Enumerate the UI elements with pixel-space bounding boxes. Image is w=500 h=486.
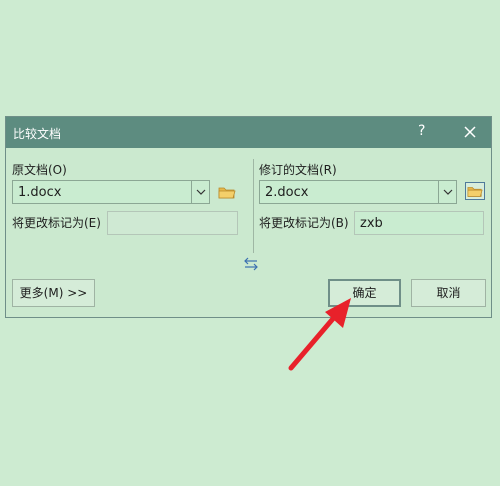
revised-mark-value: zxb — [360, 216, 383, 231]
original-dropdown-button[interactable] — [191, 181, 209, 203]
cancel-button[interactable]: 取消 — [411, 279, 486, 307]
revised-browse-button[interactable] — [465, 182, 485, 200]
original-browse-button[interactable] — [217, 183, 237, 201]
original-document-label: 原文档(O) — [12, 163, 67, 177]
red-arrow-annotation — [288, 298, 351, 371]
folder-icon — [467, 187, 483, 197]
dialog-title: 比较文档 — [13, 127, 62, 141]
panel-divider — [253, 159, 254, 253]
close-icon[interactable] — [458, 121, 482, 143]
revised-dropdown-button[interactable] — [438, 181, 456, 203]
swap-icon — [244, 257, 258, 271]
more-button[interactable]: 更多(M) >> — [12, 279, 95, 307]
revised-mark-label: 将更改标记为(B) — [259, 216, 349, 230]
chevron-down-icon — [443, 189, 453, 195]
swap-documents-button[interactable] — [242, 257, 260, 271]
chevron-down-icon — [196, 189, 206, 195]
revised-document-value: 2.docx — [265, 185, 309, 200]
revised-document-combo[interactable]: 2.docx — [259, 180, 457, 204]
original-document-value: 1.docx — [18, 185, 62, 200]
original-mark-label: 将更改标记为(E) — [12, 216, 101, 230]
revised-document-label: 修订的文档(R) — [259, 163, 337, 177]
dialog-titlebar: 比较文档 ? — [6, 117, 491, 148]
help-button[interactable]: ? — [418, 123, 425, 139]
original-document-combo[interactable]: 1.docx — [12, 180, 210, 204]
folder-icon — [218, 187, 236, 199]
compare-documents-dialog: 比较文档 ? 原文档(O) 1.docx 将更改标记为(E) 修订的文档(R) … — [5, 116, 492, 318]
original-mark-input[interactable] — [107, 211, 238, 235]
revised-mark-input[interactable]: zxb — [354, 211, 484, 235]
